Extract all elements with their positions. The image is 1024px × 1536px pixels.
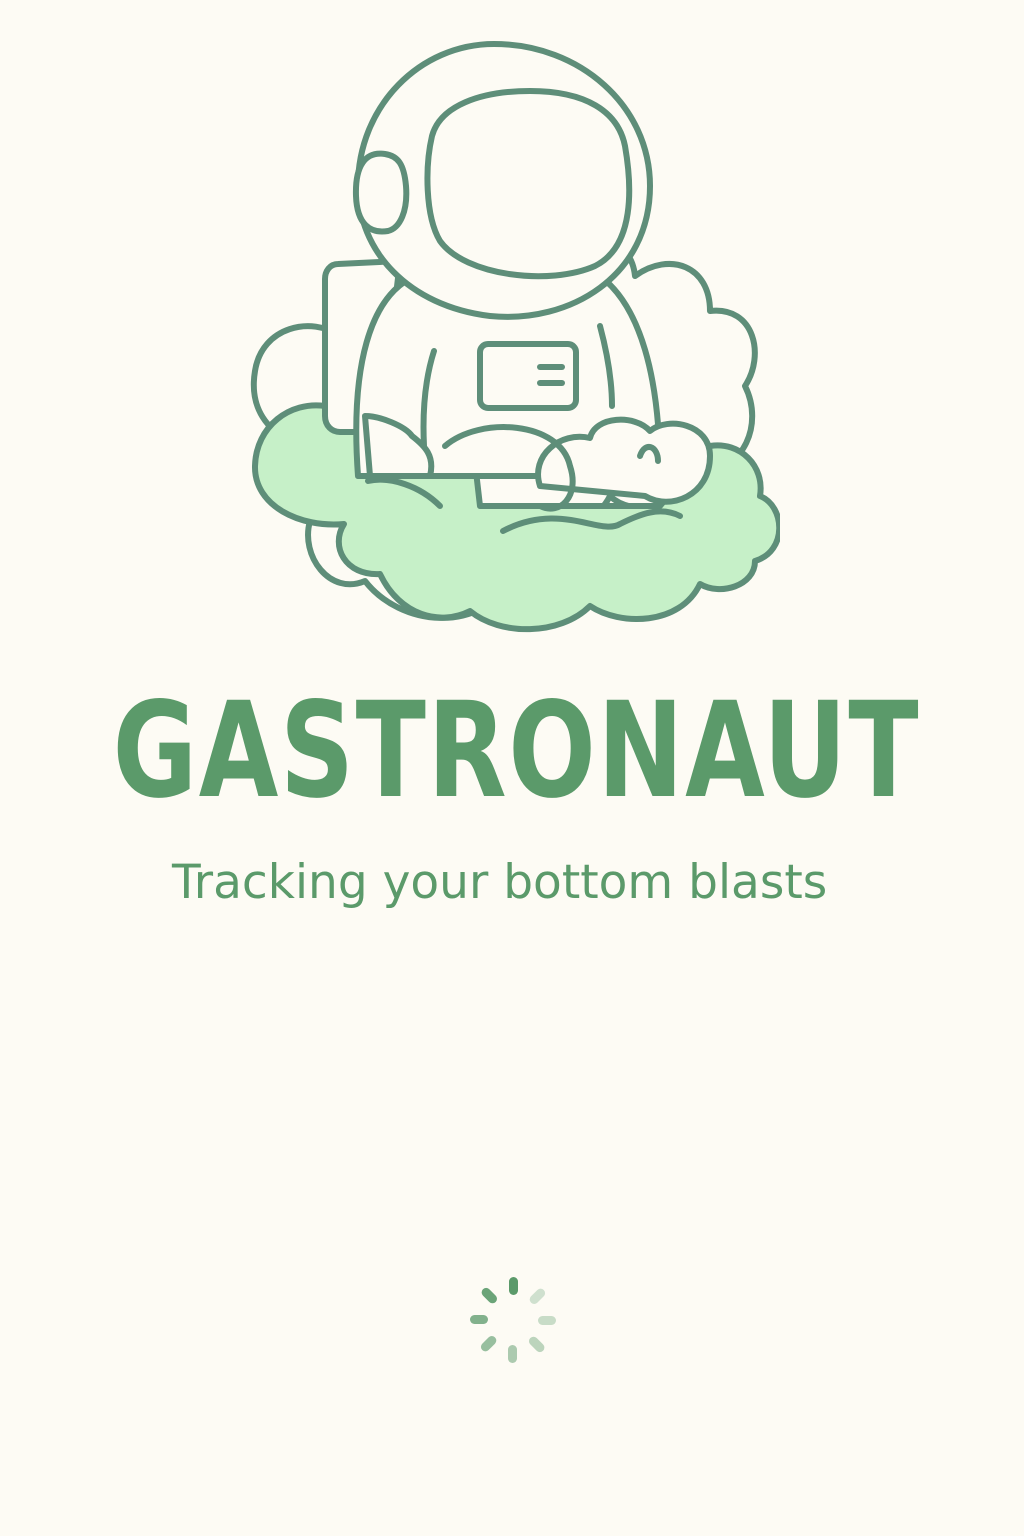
app-tagline: Tracking your bottom blasts <box>172 855 828 910</box>
astronaut-on-cloud-icon <box>240 36 780 636</box>
app-title: GASTRONAUT <box>112 674 921 828</box>
splash-screen: GASTRONAUT Tracking your bottom blasts <box>0 0 1024 1536</box>
loading-spinner-icon <box>468 1275 558 1365</box>
